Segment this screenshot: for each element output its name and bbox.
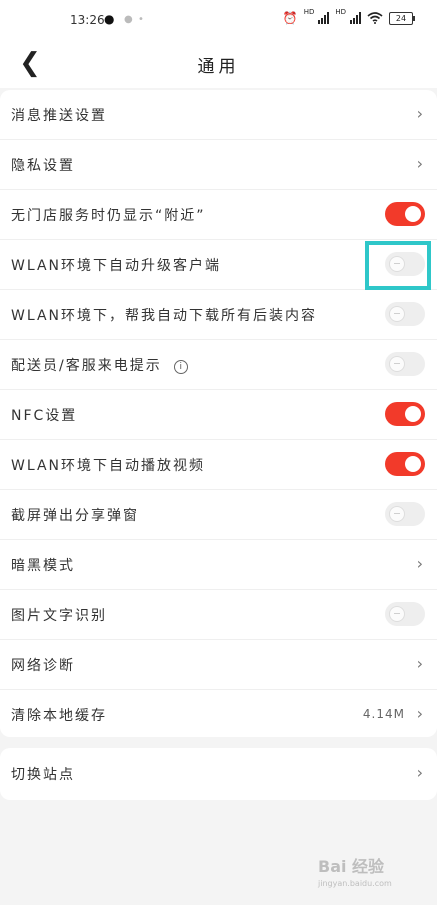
toggle-switch-on[interactable] <box>385 452 425 476</box>
highlight-box <box>365 241 431 290</box>
setting-row-switch-site[interactable]: 切换站点 › <box>0 749 437 799</box>
baidu-watermark-logo: Bai 经验 jingyan.baidu.com <box>318 853 418 893</box>
setting-label-text: 配送员/客服来电提示 <box>11 358 162 374</box>
setting-label: 消息推送设置 <box>11 108 107 124</box>
setting-row-call-prompt: 配送员/客服来电提示 i <box>0 340 437 390</box>
setting-label: NFC设置 <box>11 408 78 424</box>
setting-label: 清除本地缓存 <box>11 708 107 724</box>
toggle-switch-off[interactable] <box>385 352 425 376</box>
toggle-switch-on[interactable] <box>385 202 425 226</box>
setting-label: WLAN环境下自动播放视频 <box>11 458 206 474</box>
setting-label: WLAN环境下，帮我自动下载所有后装内容 <box>11 308 318 324</box>
toggle-switch-off[interactable] <box>385 302 425 326</box>
alarm-icon: ⏰ <box>282 11 298 25</box>
setting-label: 图片文字识别 <box>11 608 107 624</box>
setting-label: 暗黑模式 <box>11 558 75 574</box>
setting-label: 无门店服务时仍显示“附近” <box>11 208 206 224</box>
setting-row-nfc: NFC设置 <box>0 390 437 440</box>
notification-dot-icon: ● <box>124 14 133 25</box>
hd-label-icon: HD <box>335 8 346 16</box>
setting-label: 切换站点 <box>11 767 75 783</box>
setting-row-autoplay-video: WLAN环境下自动播放视频 <box>0 440 437 490</box>
toggle-switch-off[interactable] <box>385 502 425 526</box>
status-time: 13:26 <box>70 13 105 27</box>
watermark-sub: jingyan.baidu.com <box>318 879 392 888</box>
setting-label: 截屏弹出分享弹窗 <box>11 508 139 524</box>
toggle-switch-off[interactable] <box>385 602 425 626</box>
chevron-right-icon: › <box>416 704 423 723</box>
qq-penguin-icon: ● <box>104 12 115 26</box>
hd-label-icon: HD <box>303 8 315 16</box>
watermark-brand: Bai 经验 <box>318 857 385 876</box>
page-title: 通用 <box>197 57 240 77</box>
chevron-right-icon: › <box>416 154 423 173</box>
setting-label: 配送员/客服来电提示 i <box>11 355 188 375</box>
status-icons: ⏰ HD HD 24 <box>282 8 415 25</box>
setting-row-ocr: 图片文字识别 <box>0 590 437 640</box>
setting-row-screenshot-share: 截屏弹出分享弹窗 <box>0 490 437 540</box>
chevron-right-icon: › <box>416 763 423 782</box>
notification-dot-icon: • <box>138 14 144 25</box>
battery-icon: 24 <box>389 11 415 25</box>
settings-list: 消息推送设置 › 隐私设置 › 无门店服务时仍显示“附近” WLAN环境下自动升… <box>0 90 437 737</box>
chevron-right-icon: › <box>416 554 423 573</box>
site-card: 切换站点 › <box>0 748 437 800</box>
setting-label: 网络诊断 <box>11 658 75 674</box>
wifi-icon <box>367 12 383 24</box>
chevron-right-icon: › <box>416 654 423 673</box>
info-icon[interactable]: i <box>173 360 188 374</box>
chevron-right-icon: › <box>416 104 423 123</box>
setting-row-nearby: 无门店服务时仍显示“附近” <box>0 190 437 240</box>
nav-bar: ❮ 通用 <box>0 40 437 88</box>
toggle-switch-on[interactable] <box>385 402 425 426</box>
setting-label: WLAN环境下自动升级客户端 <box>11 258 222 274</box>
setting-row-clear-cache[interactable]: 清除本地缓存 4.14M › <box>0 690 437 740</box>
cache-size-value: 4.14M <box>362 707 405 721</box>
setting-label: 隐私设置 <box>11 158 75 174</box>
setting-row-network-diagnosis[interactable]: 网络诊断 › <box>0 640 437 690</box>
setting-row-auto-download: WLAN环境下，帮我自动下载所有后装内容 <box>0 290 437 340</box>
setting-row-dark-mode[interactable]: 暗黑模式 › <box>0 540 437 590</box>
setting-row-privacy[interactable]: 隐私设置 › <box>0 140 437 190</box>
signal-icon <box>318 12 330 24</box>
signal-icon <box>350 12 361 24</box>
status-bar: 13:26 ● ● • ⏰ HD HD 24 <box>0 0 437 40</box>
setting-row-push[interactable]: 消息推送设置 › <box>0 90 437 140</box>
